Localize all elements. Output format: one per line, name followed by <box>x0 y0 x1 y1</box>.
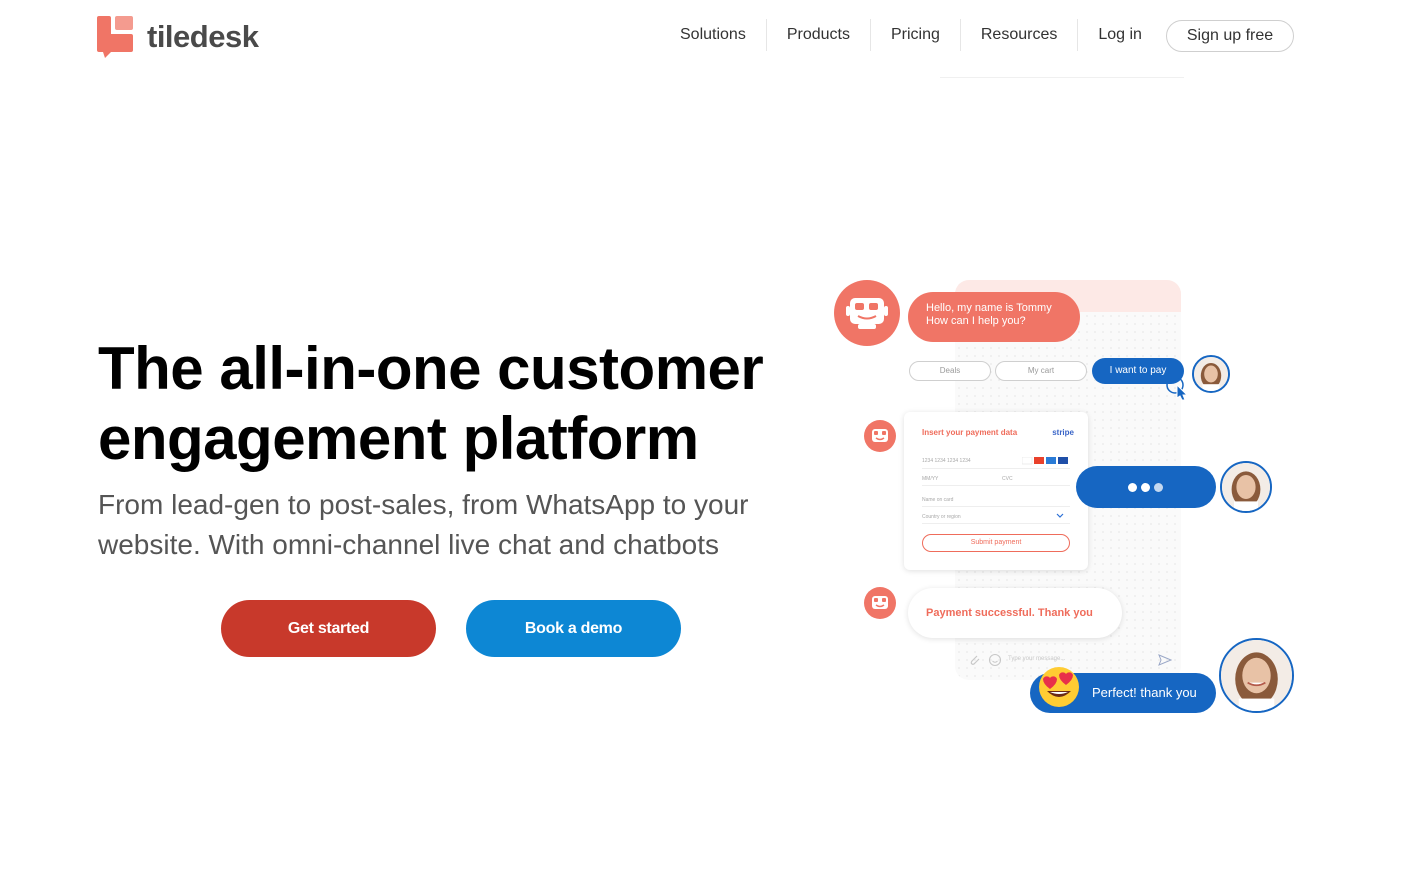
bot-avatar <box>834 280 900 346</box>
typing-dot <box>1128 483 1137 492</box>
hero-subtitle: From lead-gen to post-sales, from WhatsA… <box>98 489 749 560</box>
bot-avatar-small <box>864 420 896 452</box>
quick-reply-cart[interactable]: My cart <box>995 361 1087 381</box>
nav-solutions[interactable]: Solutions <box>660 19 767 51</box>
card-brands-icon <box>1022 457 1068 465</box>
field-divider <box>922 506 1070 507</box>
nav-pricing[interactable]: Pricing <box>871 19 961 51</box>
logo-text: tiledesk <box>147 19 259 54</box>
logo[interactable]: tiledesk <box>97 16 259 58</box>
greeting-line-1: Hello, my name is Tommy <box>926 302 1052 314</box>
cvc-field[interactable]: CVC <box>1002 476 1013 482</box>
nav-products[interactable]: Products <box>767 19 871 51</box>
woman-avatar-icon <box>1194 357 1228 391</box>
greeting-line-2: How can I help you? <box>926 315 1026 327</box>
heart-eyes-emoji-icon <box>1039 667 1079 707</box>
name-field[interactable]: Name on card <box>922 497 953 503</box>
stripe-logo: stripe <box>1052 428 1074 437</box>
emoji-icon <box>988 653 1002 667</box>
header-divider <box>940 77 1184 78</box>
payment-success-bubble: Payment successful. Thank you <box>908 588 1122 638</box>
typing-indicator <box>1076 466 1216 508</box>
quick-reply-deals[interactable]: Deals <box>909 361 991 381</box>
nav-resources[interactable]: Resources <box>961 19 1079 51</box>
main-nav: Solutions Products Pricing Resources Log… <box>660 19 1162 51</box>
tiledesk-logo-icon <box>97 16 133 58</box>
field-divider <box>922 485 1070 486</box>
robot-icon <box>846 298 888 329</box>
expiry-field[interactable]: MM/YY <box>922 476 938 482</box>
submit-payment-button[interactable]: Submit payment <box>922 534 1070 552</box>
typing-dot <box>1154 483 1163 492</box>
chevron-down-icon <box>1056 513 1064 518</box>
send-icon <box>1158 654 1172 666</box>
bot-greeting-bubble: Hello, my name is Tommy How can I help y… <box>908 292 1080 342</box>
country-select[interactable]: Country or region <box>922 514 961 520</box>
payment-title: Insert your payment data <box>922 428 1018 437</box>
nav-login[interactable]: Log in <box>1078 19 1162 51</box>
woman-avatar-icon <box>1221 640 1292 711</box>
book-demo-button[interactable]: Book a demo <box>466 600 681 657</box>
chat-illustration: Hello, my name is Tommy How can I help y… <box>830 275 1300 720</box>
get-started-button[interactable]: Get started <box>221 600 436 657</box>
card-number-field[interactable]: 1234 1234 1234 1234 <box>922 458 971 464</box>
cursor-click-icon <box>1166 376 1189 401</box>
field-divider <box>922 523 1070 524</box>
payment-card: Insert your payment data stripe 1234 123… <box>904 412 1088 570</box>
user-avatar-medium <box>1220 461 1272 513</box>
attachment-icon <box>970 655 980 665</box>
woman-avatar-icon <box>1222 463 1270 511</box>
user-avatar-large <box>1219 638 1294 713</box>
user-avatar-small <box>1192 355 1230 393</box>
field-divider <box>922 468 1070 469</box>
composer-placeholder: Type your message... <box>1008 656 1066 662</box>
robot-icon <box>872 429 888 442</box>
robot-icon <box>872 596 888 609</box>
bot-avatar-small <box>864 587 896 619</box>
typing-dot <box>1141 483 1150 492</box>
hero-title: The all-in-one customer engagement platf… <box>98 335 764 472</box>
signup-button[interactable]: Sign up free <box>1166 20 1294 52</box>
